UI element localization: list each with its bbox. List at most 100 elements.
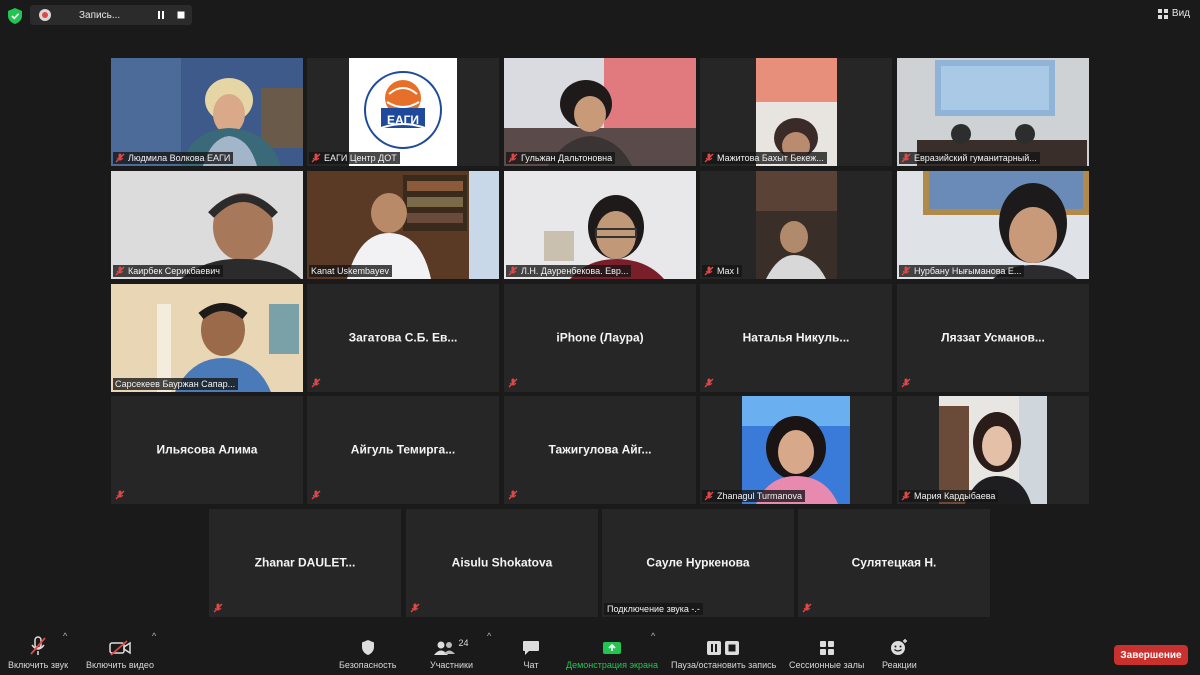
video-tile[interactable]: Л.Н. Дауренбекова. Евр...: [504, 171, 696, 279]
recording-label: Запись...: [79, 9, 121, 21]
reactions-icon: [891, 639, 908, 655]
participant-label: Zhanagul Turmanova: [702, 490, 806, 502]
video-off-icon: [109, 640, 131, 656]
view-button[interactable]: Вид: [1157, 8, 1190, 19]
muted-mic-icon: [410, 603, 420, 613]
muted-mic-icon: [901, 491, 911, 501]
muted-mic-icon: [802, 603, 812, 613]
video-tile[interactable]: Людмила Волкова ЕАГИ: [111, 58, 303, 166]
pause-stop-recording-button[interactable]: Пауза/остановить запись: [671, 634, 776, 670]
institute-logo: ЕАГИ: [349, 58, 457, 166]
reactions-label: Реакции: [882, 660, 917, 670]
start-video-label: Включить видео: [86, 660, 154, 670]
participant-label: Гульжан Дальтоновна: [506, 152, 616, 164]
video-options-caret[interactable]: ^: [152, 631, 156, 641]
unmute-button[interactable]: Включить звук: [8, 634, 68, 670]
muted-mic-icon: [508, 378, 518, 388]
breakout-rooms-button[interactable]: Сессионные залы: [789, 634, 864, 670]
participant-tile-no-video[interactable]: Сауле Нуркенова Подключение звука -.-: [602, 509, 794, 617]
video-tile[interactable]: Сарсекеев Бауржан Сапар...: [111, 284, 303, 392]
audio-options-caret[interactable]: ^: [63, 631, 67, 641]
recording-indicator: Запись...: [30, 5, 192, 25]
stop-recording-button[interactable]: [173, 7, 189, 23]
participants-count: 24: [458, 638, 469, 648]
participant-name: iPhone (Лаура): [556, 330, 644, 345]
participant-tile-no-video[interactable]: Тажигулова Айг...: [504, 396, 696, 504]
video-tile[interactable]: Каирбек Серикбаевич: [111, 171, 303, 279]
participant-tile-no-video[interactable]: Ляззат Усманов...: [897, 284, 1089, 392]
video-tile[interactable]: Евразийский гуманитарный...: [897, 58, 1089, 166]
share-screen-label: Демонстрация экрана: [566, 660, 658, 670]
muted-mic-icon: [704, 153, 714, 163]
pause-icon: [158, 11, 164, 19]
participant-tile-no-video[interactable]: Сулятецкая Н.: [798, 509, 990, 617]
meeting-toolbar: Включить звук ^ Включить видео ^ Безопас…: [0, 625, 1200, 675]
participant-tile-no-video[interactable]: Наталья Никуль...: [700, 284, 892, 392]
chat-button[interactable]: Чат: [522, 634, 540, 670]
start-video-button[interactable]: Включить видео: [86, 634, 154, 670]
participant-tile-no-video[interactable]: iPhone (Лаура): [504, 284, 696, 392]
video-tile[interactable]: Гульжан Дальтоновна: [504, 58, 696, 166]
video-tile[interactable]: Zhanagul Turmanova: [700, 396, 892, 504]
participant-tile-no-video[interactable]: Загатова С.Б. Ев...: [307, 284, 499, 392]
participant-name: Kanat Uskembayev: [311, 266, 390, 276]
participant-label: Сарсекеев Бауржан Сапар...: [113, 378, 239, 390]
muted-mic-icon: [901, 378, 911, 388]
video-tile[interactable]: Мажитова Бахыт Бекеж...: [700, 58, 892, 166]
participant-name: Тажигулова Айг...: [548, 442, 652, 457]
participant-name: Евразийский гуманитарный...: [914, 153, 1037, 163]
participant-video: [742, 396, 850, 504]
participants-options-caret[interactable]: ^: [487, 631, 491, 641]
participant-label: Людмила Волкова ЕАГИ: [113, 152, 234, 164]
video-tile[interactable]: Max I: [700, 171, 892, 279]
muted-mic-icon: [704, 378, 714, 388]
shield-icon[interactable]: [8, 8, 22, 24]
reactions-button[interactable]: Реакции: [882, 634, 917, 670]
participant-tile-no-video[interactable]: Zhanar DAULET...: [209, 509, 401, 617]
share-options-caret[interactable]: ^: [651, 631, 655, 641]
participant-name: Каирбек Серикбаевич: [128, 266, 220, 276]
muted-mic-icon: [901, 266, 911, 276]
participants-button[interactable]: 24 Участники: [430, 634, 473, 670]
connection-status: Подключение звука -.-: [604, 603, 703, 615]
logo-text: ЕАГИ: [387, 113, 419, 127]
muted-microphone-icon: [30, 636, 46, 655]
participant-label: ЕАГИ Центр ДОТ: [309, 152, 400, 164]
video-tile-active-speaker[interactable]: Kanat Uskembayev: [307, 171, 499, 279]
participant-video: [756, 171, 837, 279]
muted-mic-icon: [901, 153, 911, 163]
participant-name: Сарсекеев Бауржан Сапар...: [115, 379, 236, 389]
participant-tile-no-video[interactable]: Ильясова Алима: [111, 396, 303, 504]
participant-video: [504, 171, 696, 279]
participant-name: Айгуль Темирга...: [350, 442, 456, 457]
chat-label: Чат: [523, 660, 539, 670]
breakout-rooms-icon: [819, 641, 834, 655]
video-tile[interactable]: Мария Кардыбаева: [897, 396, 1089, 504]
muted-mic-icon: [213, 603, 223, 613]
view-label: Вид: [1171, 8, 1190, 19]
participant-video: [111, 171, 303, 279]
participant-name: Ильясова Алима: [156, 442, 258, 457]
breakout-rooms-label: Сессионные залы: [789, 660, 865, 670]
video-tile[interactable]: ЕАГИ ЕАГИ Центр ДОТ: [307, 58, 499, 166]
participant-tile-no-video[interactable]: Айгуль Темирга...: [307, 396, 499, 504]
participant-tile-no-video[interactable]: Aisulu Shokatova: [406, 509, 598, 617]
video-tile[interactable]: Нурбану Нығыманова Е...: [897, 171, 1089, 279]
participant-video: [307, 171, 499, 279]
muted-mic-icon: [115, 266, 125, 276]
participant-label: Max I: [702, 265, 743, 277]
share-screen-icon: [602, 642, 621, 654]
security-button[interactable]: Безопасность: [339, 634, 396, 670]
pause-recording-button[interactable]: [153, 7, 169, 23]
chat-icon: [523, 641, 539, 655]
security-label: Безопасность: [339, 660, 397, 670]
participant-name: Людмила Волкова ЕАГИ: [128, 153, 231, 163]
participant-video: [897, 58, 1089, 166]
participant-name: Нурбану Нығыманова Е...: [914, 266, 1022, 276]
end-meeting-button[interactable]: Завершение: [1114, 645, 1188, 665]
muted-mic-icon: [508, 153, 518, 163]
share-screen-button[interactable]: Демонстрация экрана: [566, 634, 658, 670]
muted-mic-icon: [704, 266, 714, 276]
unmute-label: Включить звук: [8, 660, 69, 670]
participant-video: [111, 58, 303, 166]
